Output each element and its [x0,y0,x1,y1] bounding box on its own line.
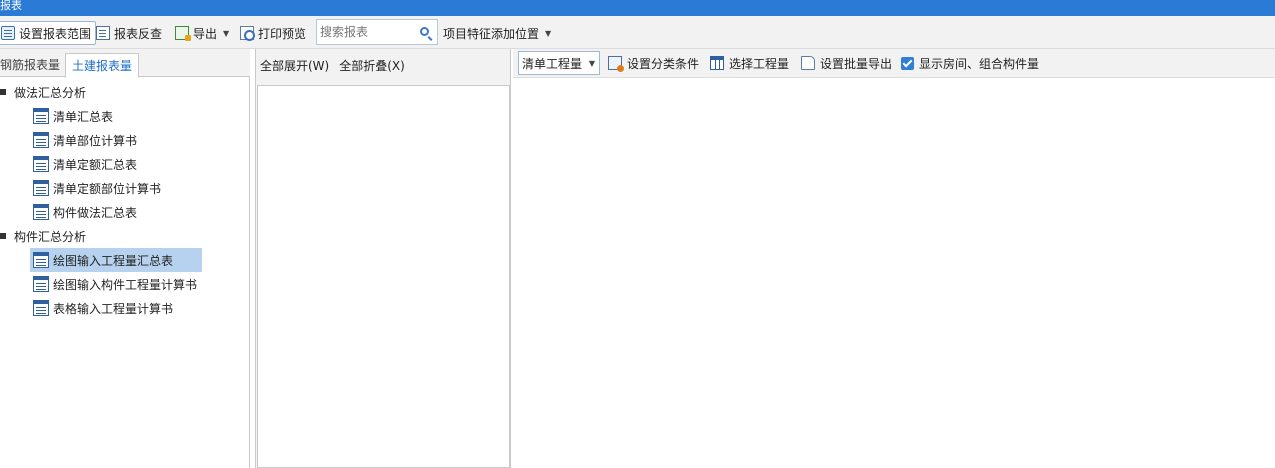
batch-export-button[interactable]: 设置批量导出 [801,52,892,74]
set-category-condition-button[interactable]: 设置分类条件 [608,52,699,74]
report-tabs: 钢筋报表量 土建报表量 [0,49,250,78]
tab-civil-report[interactable]: 土建报表量 [65,53,140,78]
report-table-icon [33,204,49,220]
tree-item[interactable]: 绘图输入构件工程量计算书 [30,272,202,296]
report-table-icon [33,132,49,148]
quantity-type-value: 清单工程量 [522,56,583,71]
feature-position-label: 项目特征添加位置 [443,26,540,41]
tree-item-label: 绘图输入工程量汇总表 [53,253,174,268]
tree-group-label: 做法汇总分析 [14,85,87,100]
report-content-toolbar: 清单工程量 ▼ 设置分类条件 选择工程量 设置批量导出 显示房间、组合构件量 [513,49,1275,78]
report-table-icon [33,276,49,292]
search-icon[interactable] [420,27,429,36]
report-content-panel: 清单工程量 ▼ 设置分类条件 选择工程量 设置批量导出 显示房间、组合构件量 [513,49,1275,468]
select-quantity-label: 选择工程量 [729,56,790,71]
show-room-checkbox[interactable]: 显示房间、组合构件量 [901,52,1039,74]
print-preview-icon [240,26,255,41]
tree-item[interactable]: 清单部位计算书 [30,128,202,152]
search-input[interactable] [317,20,413,44]
report-table-icon [33,180,49,196]
select-quantity-button[interactable]: 选择工程量 [710,52,789,74]
collapse-icon[interactable] [0,89,6,95]
title-bar: 报表 [0,0,1275,16]
main-toolbar: 设置报表范围 报表反查 导出 ▼ 打印预览 项目特征添加位置 ▼ [0,16,1275,49]
set-report-range-label: 设置报表范围 [19,26,92,41]
tree-item-selected[interactable]: 绘图输入工程量汇总表 [30,248,202,272]
chevron-down-icon: ▼ [223,28,230,38]
feature-position-dropdown[interactable]: 项目特征添加位置 ▼ [439,21,555,45]
tree-item[interactable]: 清单汇总表 [30,104,202,128]
tree-item[interactable]: 表格输入工程量计算书 [30,296,202,320]
collapse-all-button[interactable]: 全部折叠(X) [339,57,405,74]
category-panel: 全部展开(W) 全部折叠(X) [255,49,511,468]
show-room-label: 显示房间、组合构件量 [919,56,1040,71]
tree-item[interactable]: 构件做法汇总表 [30,200,202,224]
table-grid-icon [710,56,724,70]
report-check-icon [96,26,110,40]
export-dropdown-button[interactable]: 导出 ▼ [171,21,233,45]
tree-group-component-summary[interactable]: 构件汇总分析 [0,224,86,248]
print-preview-label: 打印预览 [258,26,307,41]
tree-item-label: 清单汇总表 [53,109,114,124]
batch-export-icon [801,56,815,70]
report-check-label: 报表反查 [114,26,163,41]
tree-item-label: 构件做法汇总表 [53,205,138,220]
report-table-icon [33,156,49,172]
tree-item-label: 清单定额部位计算书 [53,181,162,196]
quantity-type-select[interactable]: 清单工程量 ▼ [518,51,600,75]
set-report-range-button[interactable]: 设置报表范围 [0,21,97,45]
tree-item-label: 绘图输入构件工程量计算书 [53,277,198,292]
tree-item-label: 表格输入工程量计算书 [53,301,174,316]
tree-group-method-summary[interactable]: 做法汇总分析 [0,80,86,104]
set-category-condition-label: 设置分类条件 [627,56,700,71]
category-toolbar: 全部展开(W) 全部折叠(X) [256,49,510,82]
category-list[interactable] [257,85,510,468]
tree-item[interactable]: 清单定额部位计算书 [30,176,202,200]
report-table-icon [33,108,49,124]
category-settings-icon [608,56,624,72]
expand-all-button[interactable]: 全部展开(W) [260,57,329,74]
print-preview-button[interactable]: 打印预览 [236,21,310,45]
report-range-icon [1,26,15,40]
tree-item-label: 清单部位计算书 [53,133,138,148]
chevron-down-icon: ▼ [545,28,552,38]
report-table-icon [33,252,49,268]
report-table-icon [33,300,49,316]
chevron-down-icon: ▼ [588,58,595,68]
export-label: 导出 [193,26,218,41]
report-search-box [316,19,438,45]
checkbox-checked-icon[interactable] [901,56,914,70]
tree-item[interactable]: 清单定额汇总表 [30,152,202,176]
export-icon [175,26,191,41]
batch-export-label: 设置批量导出 [820,56,893,71]
tree-item-label: 清单定额汇总表 [53,157,138,172]
collapse-icon[interactable] [0,233,6,239]
window-title: 报表 [0,0,22,12]
tree-group-label: 构件汇总分析 [14,229,87,244]
report-tree-panel: 钢筋报表量 土建报表量 做法汇总分析 清单汇总表 清单部位计算书 清单定额汇总表… [0,49,250,468]
tab-rebar-report[interactable]: 钢筋报表量 [0,53,66,77]
report-check-button[interactable]: 报表反查 [92,21,166,45]
